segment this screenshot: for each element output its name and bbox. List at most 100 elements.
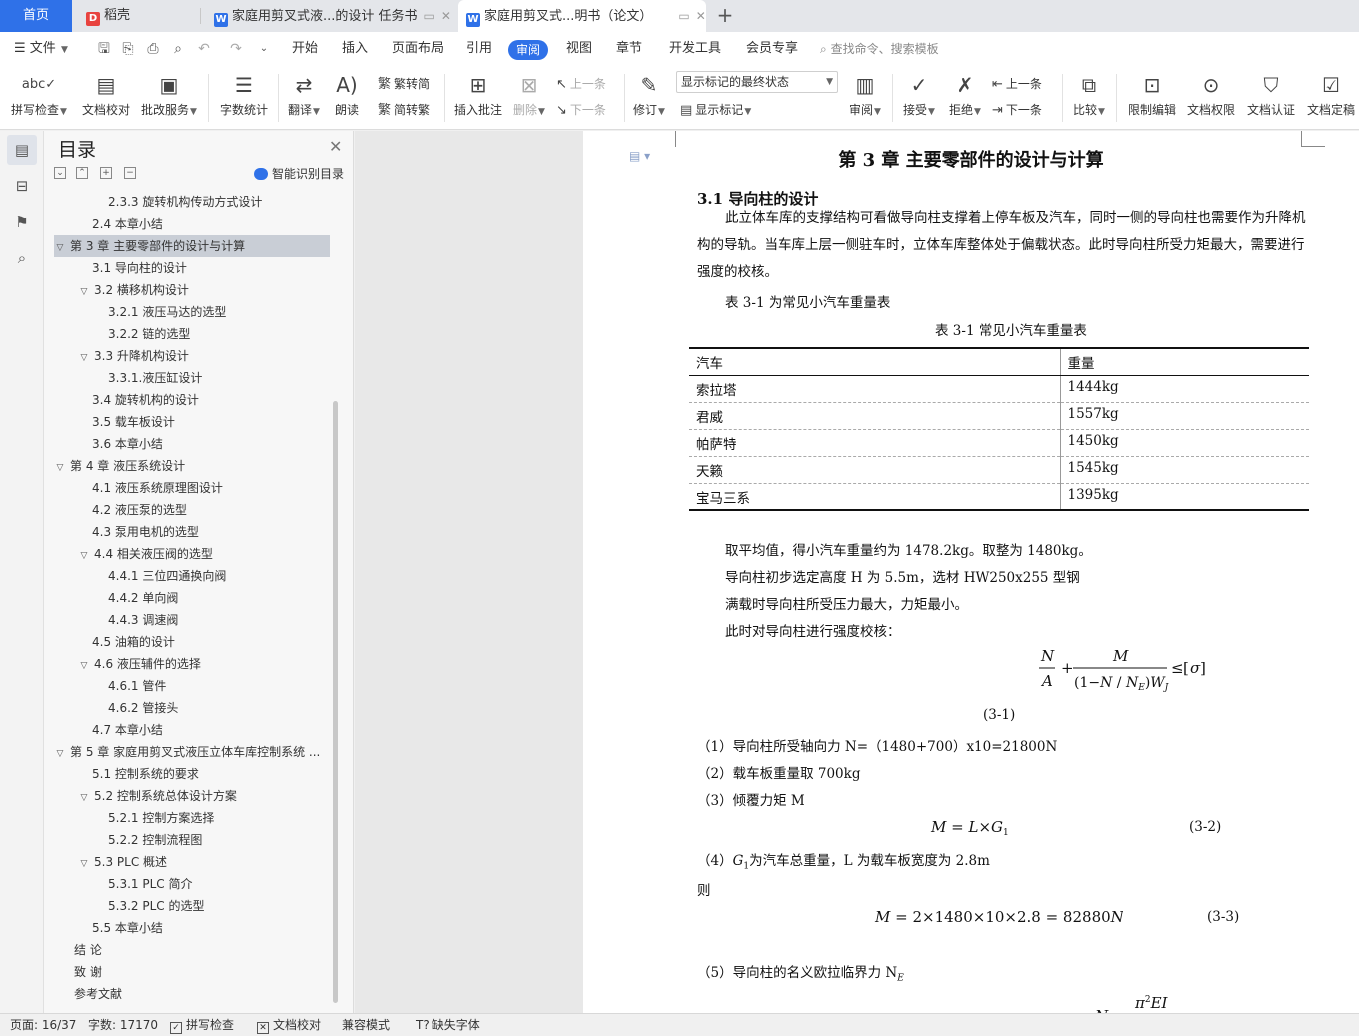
doc-proof-status[interactable]: ✕ 文档校对 (257, 1014, 321, 1036)
toc-panel-icon[interactable]: ▤ (7, 135, 37, 165)
menu-member[interactable]: 会员专享 (746, 32, 798, 66)
toc-item[interactable]: 3.2.1 液压马达的选型 (54, 301, 330, 323)
menu-start[interactable]: 开始 (292, 32, 318, 66)
expand-toggle-icon[interactable]: ▽ (78, 347, 90, 367)
restrict-edit-button[interactable]: ⊡ 限制编辑 (1124, 70, 1180, 118)
toc-item[interactable]: ▽ 第 5 章 家庭用剪叉式液压立体车库控制系统 ... (54, 741, 330, 763)
review-pane-button[interactable]: ▥ 审阅▼ (846, 70, 884, 120)
collapse-all-icon[interactable]: ⌄ (54, 167, 66, 179)
toc-item[interactable]: ▽ 3.2 横移机构设计 (54, 279, 330, 301)
toc-item[interactable]: 致 谢 (54, 961, 330, 983)
command-search[interactable]: ⌕ 查找命令、搜索模板 (820, 32, 939, 66)
toc-item[interactable]: 2.4 本章小结 (54, 213, 330, 235)
expand-all-icon[interactable]: + (100, 167, 112, 179)
save-icon[interactable]: 🖫 (96, 41, 112, 57)
compare-button[interactable]: ⧉ 比较▼ (1070, 70, 1108, 120)
expand-toggle-icon[interactable]: ▽ (78, 787, 90, 807)
print-icon[interactable]: ⎙ (145, 41, 161, 57)
search-icon[interactable]: ⌕ (7, 243, 37, 273)
toc-item[interactable]: 3.4 旋转机构的设计 (54, 389, 330, 411)
toc-item[interactable]: ▽ 第 3 章 主要零部件的设计与计算 (54, 235, 330, 257)
undo-icon[interactable]: ↶ (196, 41, 212, 57)
page-indicator[interactable]: 页面: 16/37 (10, 1014, 76, 1036)
document-page[interactable]: ▤ ▾ 第 3 章 主要零部件的设计与计算 3.1 导向柱的设计 此立体车库的支… (583, 131, 1359, 1013)
chapter-nav-icon[interactable]: ⊟ (7, 171, 37, 201)
menu-review[interactable]: 审阅 (508, 40, 549, 60)
toc-item[interactable]: 5.1 控制系统的要求 (54, 763, 330, 785)
menu-insert[interactable]: 插入 (342, 32, 368, 66)
toc-item[interactable]: 4.5 油箱的设计 (54, 631, 330, 653)
expand-toggle-icon[interactable]: ▽ (78, 853, 90, 873)
word-count[interactable]: 字数: 17170 (88, 1014, 158, 1036)
translate-button[interactable]: ⇄ 翻译▼ (286, 70, 322, 120)
customize-icon[interactable]: ⌄ (256, 41, 272, 57)
toc-item[interactable]: 5.2.2 控制流程图 (54, 829, 330, 851)
print-preview-icon[interactable]: ⌕ (170, 41, 186, 57)
toc-item[interactable]: 4.4.1 三位四通换向阀 (54, 565, 330, 587)
toc-item[interactable]: ▽ 3.3 升降机构设计 (54, 345, 330, 367)
toc-item[interactable]: ▽ 4.6 液压辅件的选择 (54, 653, 330, 675)
next-change-button[interactable]: ⇥ 下一条 (992, 100, 1042, 120)
toc-item[interactable]: 3.3.1.液压缸设计 (54, 367, 330, 389)
format-painter-icon[interactable]: ⎘ (120, 41, 136, 57)
menu-chapter[interactable]: 章节 (616, 32, 642, 66)
toc-item[interactable]: 4.1 液压系统原理图设计 (54, 477, 330, 499)
toc-item[interactable]: ▽ 5.2 控制系统总体设计方案 (54, 785, 330, 807)
prev-change-button[interactable]: ⇤ 上一条 (992, 74, 1042, 94)
toc-item[interactable]: 结 论 (54, 939, 330, 961)
toc-item[interactable]: 5.5 本章小结 (54, 917, 330, 939)
toc-item[interactable]: 4.7 本章小结 (54, 719, 330, 741)
expand-toggle-icon[interactable]: ▽ (54, 237, 66, 257)
toc-item[interactable]: 3.5 载车板设计 (54, 411, 330, 433)
collapse-icon[interactable]: − (124, 167, 136, 179)
read-aloud-button[interactable]: A) 朗读 (332, 70, 362, 118)
revise-button[interactable]: ✎ 修订▼ (632, 70, 666, 120)
show-markup-button[interactable]: ▤ 显示标记▼ (680, 100, 751, 120)
doc-proof-button[interactable]: ▤ 文档校对 (80, 70, 132, 118)
toc-item[interactable]: 参考文献 (54, 983, 330, 1005)
doc-finalize-button[interactable]: ☑ 文档定稿 (1304, 70, 1358, 118)
close-icon[interactable]: ✕ (441, 9, 450, 23)
toc-item[interactable]: ▽ 第 4 章 液压系统设计 (54, 455, 330, 477)
toc-item[interactable]: 5.2.1 控制方案选择 (54, 807, 330, 829)
toc-item[interactable]: 4.4.2 单向阀 (54, 587, 330, 609)
accept-button[interactable]: ✓ 接受▼ (900, 70, 938, 120)
toc-item[interactable]: ▽ 5.3 PLC 概述 (54, 851, 330, 873)
simp-to-trad-button[interactable]: 繁简转繁 (378, 100, 430, 120)
new-tab-icon[interactable]: + (716, 0, 734, 32)
expand-toggle-icon[interactable]: ▽ (78, 281, 90, 301)
expand-toggle-icon[interactable]: ▽ (54, 457, 66, 477)
markup-mode-select[interactable]: 显示标记的最终状态 ▼ (676, 71, 838, 93)
expand-toggle-icon[interactable]: ▽ (78, 655, 90, 675)
file-menu[interactable]: ☰ 文件 ▼ (14, 32, 68, 66)
expand-toggle-icon[interactable]: ▽ (54, 743, 66, 763)
tab-daoke[interactable]: D 稻壳 (86, 0, 196, 32)
doc-cert-button[interactable]: ⛉ 文档认证 (1244, 70, 1298, 118)
toc-item[interactable]: 3.1 导向柱的设计 (54, 257, 330, 279)
close-icon[interactable]: ✕ (329, 137, 342, 156)
next-comment-button[interactable]: ↘ 下一条 (556, 100, 606, 120)
toc-item[interactable]: ▽ 4.4 相关液压阀的选型 (54, 543, 330, 565)
expand-toggle-icon[interactable]: ▽ (78, 545, 90, 565)
batch-service-button[interactable]: ▣ 批改服务▼ (140, 70, 198, 120)
toc-item[interactable]: 5.3.1 PLC 简介 (54, 873, 330, 895)
toc-scrollbar[interactable] (333, 401, 338, 1003)
close-icon[interactable]: ✕ (696, 9, 706, 23)
menu-page-layout[interactable]: 页面布局 (392, 32, 444, 66)
reject-button[interactable]: ✗ 拒绝▼ (946, 70, 984, 120)
toc-item[interactable]: 2.3.3 旋转机构传动方式设计 (54, 191, 330, 213)
toc-item[interactable]: 4.4.3 调速阀 (54, 609, 330, 631)
redo-icon[interactable]: ↷ (228, 41, 244, 57)
spell-check-status[interactable]: ✓ 拼写检查 (170, 1014, 234, 1036)
toc-item[interactable]: 3.6 本章小结 (54, 433, 330, 455)
menu-developer[interactable]: 开发工具 (669, 32, 721, 66)
toc-item[interactable]: 4.6.2 管接头 (54, 697, 330, 719)
delete-comment-button[interactable]: ⊠ 删除▼ (510, 70, 548, 120)
bookmark-icon[interactable]: ⚑ (7, 207, 37, 237)
missing-font-status[interactable]: T? 缺失字体 (416, 1014, 480, 1036)
doc-permission-button[interactable]: ⊙ 文档权限 (1184, 70, 1238, 118)
tab-task-document[interactable]: W 家庭用剪叉式液...的设计 任务书 ▭ ✕ (214, 0, 450, 32)
prev-comment-button[interactable]: ↖ 上一条 (556, 74, 606, 94)
smart-toc-button[interactable]: 智能识别目录 (254, 165, 344, 182)
toc-item[interactable]: 5.3.2 PLC 的选型 (54, 895, 330, 917)
